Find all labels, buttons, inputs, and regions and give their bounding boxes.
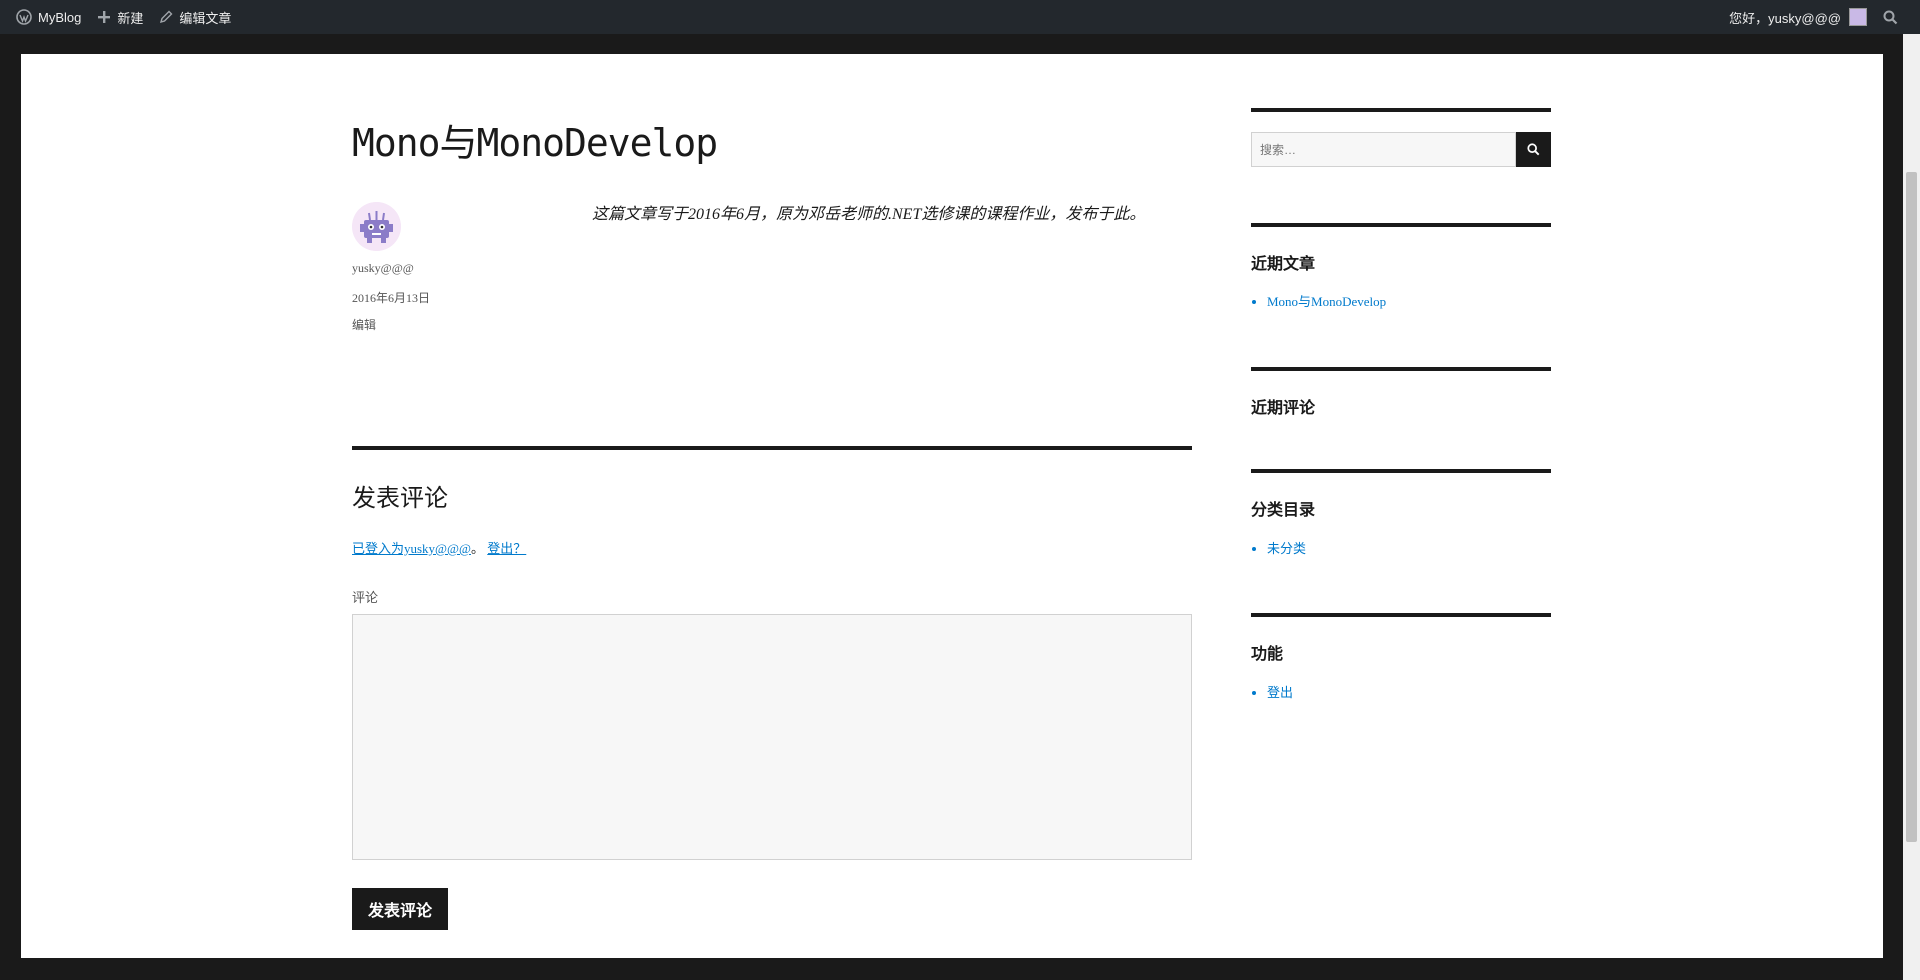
comment-label: 评论 bbox=[352, 590, 379, 605]
logout-link[interactable]: 登出？ bbox=[487, 541, 526, 556]
search-icon bbox=[1527, 143, 1540, 156]
search-form bbox=[1251, 132, 1551, 167]
meta-divider bbox=[1251, 613, 1551, 617]
wordpress-icon bbox=[16, 9, 32, 25]
page-scrollbar[interactable] bbox=[1903, 34, 1920, 980]
author-name[interactable]: yusky@@@ bbox=[352, 261, 414, 276]
search-input[interactable] bbox=[1251, 132, 1516, 167]
recent-posts-divider bbox=[1251, 223, 1551, 227]
recent-post-link[interactable]: Mono与MonoDevelop bbox=[1267, 294, 1386, 309]
my-account-menu[interactable]: 您好，yusky@@@ bbox=[1721, 0, 1875, 34]
list-item: 未分类 bbox=[1267, 538, 1306, 557]
admin-bar: MyBlog 新建 编辑文章 您好，yusky@@@ bbox=[0, 0, 1920, 34]
edit-post-meta-link[interactable]: 编辑 bbox=[352, 316, 376, 333]
site-name-menu[interactable]: MyBlog bbox=[8, 0, 89, 34]
adminbar-search-button[interactable] bbox=[1875, 0, 1912, 34]
admin-bar-right: 您好，yusky@@@ bbox=[1721, 0, 1912, 34]
meta-title: 功能 bbox=[1251, 646, 1284, 663]
search-submit-button[interactable] bbox=[1516, 132, 1551, 167]
comments-divider bbox=[352, 446, 1192, 450]
list-item: Mono与MonoDevelop bbox=[1267, 291, 1386, 310]
page-container: Mono与MonoDevelop yusky@@@ 2016年6月13日 编辑 … bbox=[21, 54, 1883, 958]
post-date[interactable]: 2016年6月13日 bbox=[352, 289, 430, 306]
meta-list: 登出 bbox=[1267, 682, 1293, 701]
post-content: 这篇文章写于2016年6月，原为邓岳老师的.NET选修课的课程作业，发布于此。 bbox=[592, 206, 1146, 223]
new-content-label: 新建 bbox=[117, 10, 144, 26]
logged-in-separator: 。 bbox=[470, 541, 484, 556]
comments-heading: 发表评论 bbox=[352, 486, 448, 512]
category-link[interactable]: 未分类 bbox=[1267, 541, 1306, 556]
recent-posts-list: Mono与MonoDevelop bbox=[1267, 291, 1386, 310]
submit-comment-button[interactable]: 发表评论 bbox=[352, 888, 448, 930]
list-item: 登出 bbox=[1267, 682, 1293, 701]
plus-icon bbox=[98, 11, 111, 23]
new-content-menu[interactable]: 新建 bbox=[89, 0, 151, 34]
search-icon bbox=[1883, 10, 1898, 24]
logout-sidebar-link[interactable]: 登出 bbox=[1267, 685, 1293, 700]
recent-comments-title: 近期评论 bbox=[1251, 400, 1316, 417]
author-avatar[interactable] bbox=[352, 202, 401, 251]
recent-posts-title: 近期文章 bbox=[1251, 256, 1316, 273]
categories-divider bbox=[1251, 469, 1551, 473]
admin-bar-left: MyBlog 新建 编辑文章 bbox=[8, 0, 239, 34]
edit-post-label: 编辑文章 bbox=[179, 10, 232, 26]
edit-post-link[interactable]: 编辑文章 bbox=[151, 0, 239, 34]
greeting-text: 您好，yusky@@@ bbox=[1729, 10, 1841, 26]
categories-title: 分类目录 bbox=[1251, 502, 1316, 519]
logged-in-notice: 已登入为yusky@@@。 登出？ bbox=[352, 538, 526, 557]
pencil-icon bbox=[160, 10, 173, 24]
user-avatar-small bbox=[1849, 8, 1867, 26]
site-name-label: MyBlog bbox=[38, 9, 82, 25]
categories-list: 未分类 bbox=[1267, 538, 1306, 557]
recent-comments-divider bbox=[1251, 367, 1551, 371]
comment-textarea[interactable] bbox=[352, 614, 1192, 860]
scrollbar-thumb[interactable] bbox=[1906, 172, 1917, 842]
search-widget-divider bbox=[1251, 108, 1551, 112]
post-title: Mono与MonoDevelop bbox=[352, 121, 718, 165]
logged-in-as-link[interactable]: 已登入为yusky@@@ bbox=[352, 541, 471, 556]
